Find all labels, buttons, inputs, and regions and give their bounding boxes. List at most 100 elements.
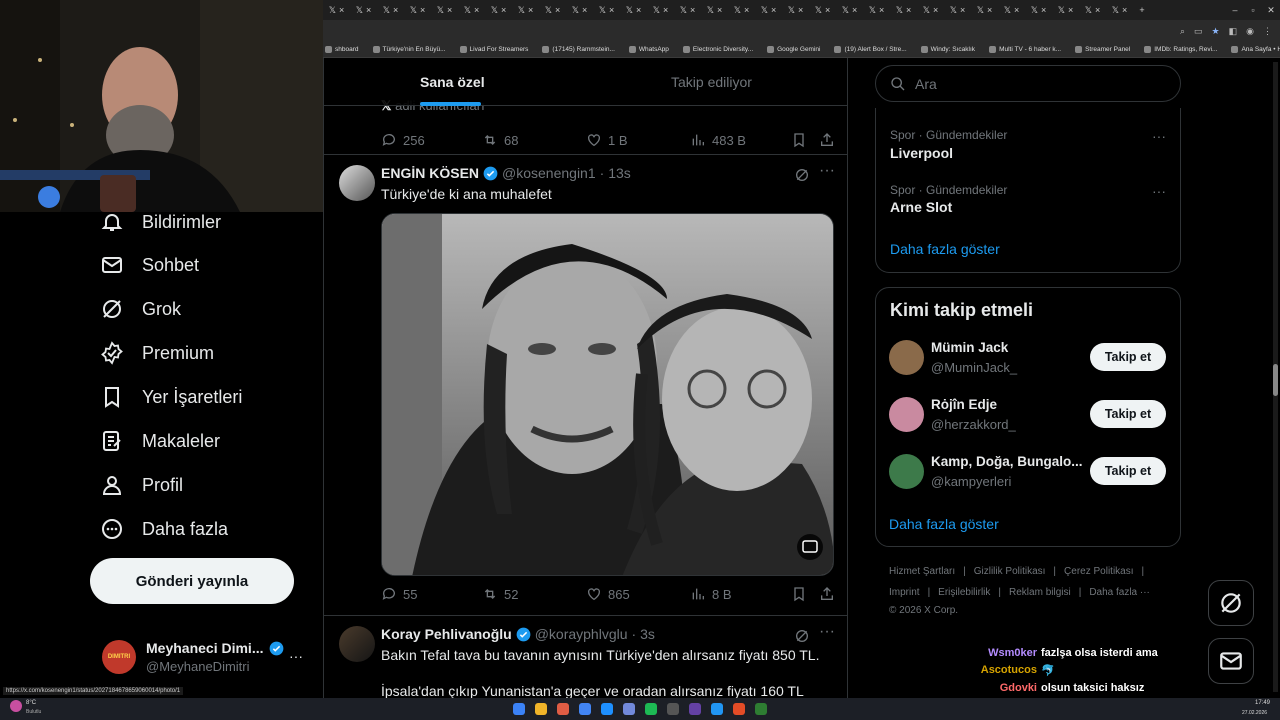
tab-close-button[interactable]: × [609, 5, 614, 15]
tab-close-button[interactable]: × [1095, 5, 1100, 15]
footer-link[interactable]: Çerez Politikası [1064, 566, 1133, 577]
new-tab-button[interactable]: + [1133, 5, 1151, 15]
tab-close-button[interactable]: × [366, 5, 371, 15]
profile-icon-browser[interactable]: ◉ [1246, 26, 1254, 37]
suggestion-name[interactable]: Rȯjîn Edje [931, 397, 997, 412]
bookmark-item[interactable]: (19) Alert Box / Stre... [834, 46, 907, 53]
tab-close-button[interactable]: × [528, 5, 533, 15]
suggestion-handle[interactable]: @kampyerleri [931, 474, 1011, 489]
tab-close-button[interactable]: × [663, 5, 668, 15]
bookmark-item[interactable]: WhatsApp [628, 46, 669, 53]
bookmark-item[interactable]: IMDb: Ratings, Revi... [1144, 46, 1217, 53]
like-button[interactable]: 865 [586, 586, 630, 602]
tweet-more-button[interactable]: ··· [819, 623, 835, 641]
show-more-link[interactable]: Daha fazla göster [890, 241, 1000, 257]
suggestion-name[interactable]: Kamp, Doğa, Bungalo... [931, 454, 1083, 469]
minimize-button[interactable]: – [1226, 5, 1244, 15]
browser-tab[interactable]: 𝕏 × [350, 0, 377, 20]
search-input[interactable]: Ara [875, 65, 1181, 102]
bookmark-item[interactable]: Türkiye'nin En Büyü... [372, 46, 446, 53]
tweet-author-name[interactable]: Koray Pehlivanoğlu [381, 626, 512, 642]
close-window-button[interactable]: ✕ [1262, 5, 1280, 16]
nav-item-mail[interactable]: Sohbet [100, 253, 199, 277]
browser-tab[interactable]: 𝕏 × [485, 0, 512, 20]
tweet-avatar[interactable] [339, 165, 375, 201]
reply-button[interactable]: 256 [381, 132, 425, 148]
taskbar-app-icon[interactable] [601, 703, 613, 715]
tab-close-button[interactable]: × [933, 5, 938, 15]
bookmark-item[interactable]: Ana Sayfa • HBO Max [1231, 46, 1280, 53]
browser-tab[interactable]: 𝕏 × [863, 0, 890, 20]
browser-tab[interactable]: 𝕏 × [566, 0, 593, 20]
trend-more-button[interactable]: ··· [1152, 183, 1166, 199]
browser-tab[interactable]: 𝕏 × [890, 0, 917, 20]
bookmark-item[interactable]: Livad For Streamers [459, 46, 528, 53]
maximize-button[interactable]: ▫ [1244, 5, 1262, 15]
browser-tab[interactable]: 𝕏 × [836, 0, 863, 20]
taskbar-app-icon[interactable] [535, 703, 547, 715]
share-icon[interactable] [819, 132, 835, 148]
nav-item-grok[interactable]: Grok [100, 297, 181, 321]
bookmark-item[interactable]: (17145) Rammstein... [542, 46, 615, 53]
account-avatar[interactable]: DIMITRI [102, 640, 136, 674]
tab-following[interactable]: Takip ediliyor [671, 58, 752, 106]
browser-tab[interactable]: 𝕏 × [1106, 0, 1133, 20]
taskbar-app-icon[interactable] [557, 703, 569, 715]
browser-tab[interactable]: 𝕏 × [809, 0, 836, 20]
views-button[interactable]: 483 B [690, 132, 746, 148]
views-button[interactable]: 8 B [690, 586, 732, 602]
tab-close-button[interactable]: × [744, 5, 749, 15]
tab-close-button[interactable]: × [1041, 5, 1046, 15]
bookmark-item[interactable]: Google Gemini [767, 46, 820, 53]
tab-close-button[interactable]: × [771, 5, 776, 15]
tweet-author-handle[interactable]: @kosenengin1 [502, 165, 596, 181]
tweet-time[interactable]: · 3s [632, 626, 655, 642]
trend-item[interactable]: Arne Slot [890, 199, 952, 215]
browser-tab[interactable]: 𝕏 × [1079, 0, 1106, 20]
tab-close-button[interactable]: × [1122, 5, 1127, 15]
browser-tab[interactable]: 𝕏 × [701, 0, 728, 20]
page-scrollbar[interactable] [1273, 62, 1278, 692]
browser-tab[interactable]: 𝕏 × [782, 0, 809, 20]
browser-tab[interactable]: 𝕏 × [620, 0, 647, 20]
tweet[interactable]: Koray Pehlivanoğlu @korayphlvglu · 3s ··… [324, 616, 847, 698]
reply-button[interactable]: 55 [381, 586, 417, 602]
tweet-image[interactable] [381, 213, 834, 576]
suggestion-handle[interactable]: @herzakkord_ [931, 417, 1016, 432]
browser-tab[interactable]: 𝕏 × [998, 0, 1025, 20]
trend-more-button[interactable]: ··· [1152, 128, 1166, 144]
bookmark-icon[interactable] [791, 132, 807, 148]
cast-icon[interactable]: ▭ [1194, 26, 1203, 37]
bookmark-item[interactable]: Streamer Panel [1075, 46, 1130, 53]
suggestion-handle[interactable]: @MuminJack_ [931, 360, 1017, 375]
browser-tab[interactable]: 𝕏 × [971, 0, 998, 20]
taskbar-app-icon[interactable] [667, 703, 679, 715]
tab-close-button[interactable]: × [582, 5, 587, 15]
account-name-row[interactable]: Meyhaneci Dimi... [146, 640, 284, 656]
extensions-icon[interactable]: ◧ [1229, 26, 1238, 37]
tab-close-button[interactable]: × [420, 5, 425, 15]
taskbar-app-icon[interactable] [733, 703, 745, 715]
nav-item-bell[interactable]: Bildirimler [100, 210, 221, 234]
tab-close-button[interactable]: × [987, 5, 992, 15]
suggestion-avatar[interactable] [889, 397, 924, 432]
bookmark-item[interactable]: Electronic Diversity... [682, 46, 753, 53]
like-button[interactable]: 1 B [586, 132, 628, 148]
tab-close-button[interactable]: × [1068, 5, 1073, 15]
browser-tab[interactable]: 𝕏 × [404, 0, 431, 20]
tab-close-button[interactable]: × [339, 5, 344, 15]
browser-tab[interactable]: 𝕏 × [593, 0, 620, 20]
account-more-button[interactable]: ··· [289, 648, 303, 664]
tweet-time[interactable]: · 13s [600, 165, 631, 181]
taskbar-app-icon[interactable] [755, 703, 767, 715]
browser-tab[interactable]: 𝕏 × [647, 0, 674, 20]
browser-tab[interactable]: 𝕏 × [458, 0, 485, 20]
browser-tab[interactable]: 𝕏 × [917, 0, 944, 20]
nav-item-more-circle[interactable]: Daha fazla [100, 517, 228, 541]
taskbar-app-icon[interactable] [711, 703, 723, 715]
tab-close-button[interactable]: × [474, 5, 479, 15]
tab-close-button[interactable]: × [501, 5, 506, 15]
share-icon[interactable] [819, 586, 835, 602]
tab-close-button[interactable]: × [717, 5, 722, 15]
tab-close-button[interactable]: × [393, 5, 398, 15]
